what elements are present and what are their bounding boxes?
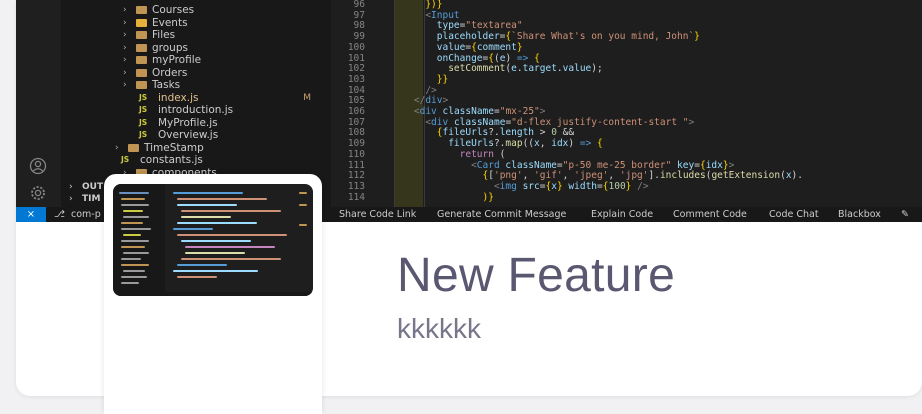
thumbnail-line <box>299 204 307 206</box>
tree-item-constants-js[interactable]: JS constants.js <box>121 154 203 167</box>
js-file-icon: JS <box>139 105 148 114</box>
branch-name[interactable]: com-p <box>71 207 101 222</box>
js-file-icon: JS <box>121 155 130 164</box>
git-modified-badge: M <box>303 93 311 103</box>
tree-item-groups[interactable]: › groups <box>123 42 188 55</box>
js-file-icon: JS <box>139 93 148 102</box>
thumbnail-line <box>177 198 267 200</box>
thumbnail-statusbar <box>113 292 313 296</box>
outline-label: OUT <box>82 182 104 192</box>
thumbnail-line <box>121 246 145 248</box>
tree-item-orders[interactable]: › Orders <box>123 67 187 80</box>
thumbnail-line <box>177 276 217 278</box>
tree-item-label: Events <box>152 17 188 29</box>
tree-item-label: MyProfile.js <box>158 117 218 129</box>
thumbnail-line <box>121 258 141 260</box>
gear-icon[interactable] <box>26 181 50 205</box>
tree-item-label: Tasks <box>152 79 181 91</box>
tree-item-label: Files <box>152 29 176 41</box>
tree-item-label: introduction.js <box>158 104 234 116</box>
status-comment-code[interactable]: Comment Code <box>673 207 747 222</box>
tree-item-overview-js[interactable]: JS Overview.js <box>139 129 218 142</box>
thumbnail-line <box>119 192 149 194</box>
thumbnail-line <box>177 204 237 206</box>
thumbnail-line <box>123 252 149 254</box>
tree-item-label: Overview.js <box>158 129 219 141</box>
thumbnail-line <box>123 270 145 272</box>
status-code-chat[interactable]: Code Chat <box>769 207 819 222</box>
thumbnail-line <box>121 204 149 206</box>
status-share-code-link[interactable]: Share Code Link <box>339 207 416 222</box>
thumbnail-line <box>185 252 245 254</box>
tree-item-files[interactable]: › Files <box>123 29 175 42</box>
remote-icon[interactable]: ⨯ <box>16 207 46 222</box>
thumbnail-line <box>123 234 141 236</box>
js-file-icon: JS <box>139 130 148 139</box>
tree-item-label: index.js <box>158 92 199 104</box>
tree-item-myprofile[interactable]: › myProfile <box>123 54 201 67</box>
line-number: 103 <box>347 73 365 85</box>
post-subtitle: kkkkkk <box>397 313 481 344</box>
thumbnail-line <box>181 240 251 242</box>
branch-icon: ⎇ <box>54 209 65 220</box>
tree-item-timestamp[interactable]: › TimeStamp <box>115 142 204 155</box>
timeline-section-header[interactable]: › TIM <box>69 193 100 206</box>
line-number-gutter: 96 97 98 99 100 101 102 103 104 105 106 … <box>331 0 365 207</box>
thumbnail-line <box>121 222 143 224</box>
thumbnail-line <box>299 192 307 194</box>
notification-icon[interactable]: ✎ <box>901 207 909 222</box>
tree-item-label: myProfile <box>152 54 202 66</box>
account-icon[interactable] <box>26 154 50 178</box>
thumbnail-line <box>173 228 213 230</box>
thumbnail-line <box>121 282 139 284</box>
line-number: 113 <box>347 180 365 192</box>
tree-item-tasks[interactable]: › Tasks <box>123 79 180 92</box>
code-editor[interactable]: 96 97 98 99 100 101 102 103 104 105 106 … <box>331 0 922 207</box>
thumbnail-line <box>121 228 151 230</box>
js-file-icon: JS <box>139 118 148 127</box>
thumbnail-card[interactable] <box>104 174 322 414</box>
thumbnail-line <box>173 270 258 272</box>
thumbnail-line <box>123 210 143 212</box>
thumbnail-line <box>123 216 149 218</box>
thumbnail-line <box>185 246 275 248</box>
tree-item-events[interactable]: › Events <box>123 17 188 30</box>
thumbnail-line <box>177 234 287 236</box>
status-explain-code[interactable]: Explain Code <box>591 207 653 222</box>
timeline-label: TIM <box>82 194 101 204</box>
tree-item-introduction-js[interactable]: JS introduction.js <box>139 104 233 117</box>
tree-item-index-js[interactable]: JS index.js <box>139 92 198 105</box>
tree-item-label: Courses <box>152 4 195 16</box>
thumbnail-line <box>121 240 149 242</box>
line-number: 114 <box>347 191 365 203</box>
line-number: 100 <box>347 41 365 53</box>
outline-section-header[interactable]: › OUT <box>69 181 103 194</box>
thumbnail-line <box>177 222 257 224</box>
thumbnail-line <box>121 198 145 200</box>
tree-item-label: groups <box>152 42 188 54</box>
line-number: 110 <box>347 148 365 160</box>
tree-item-courses[interactable]: › Courses <box>123 4 194 17</box>
tree-item-label: TimeStamp <box>144 142 204 154</box>
thumbnail-line <box>299 224 307 226</box>
thumbnail-line <box>121 264 149 266</box>
status-blackbox[interactable]: Blackbox <box>838 207 881 222</box>
tree-item-label: constants.js <box>140 154 203 166</box>
post-title: New Feature <box>397 249 676 302</box>
tree-item-label: Orders <box>152 67 188 79</box>
tree-item-myprofile-js[interactable]: JS MyProfile.js <box>139 117 218 130</box>
thumbnail-line <box>121 276 147 278</box>
thumbnail-image <box>113 184 313 296</box>
thumbnail-line <box>177 264 227 266</box>
thumbnail-line <box>181 210 281 212</box>
code-content: })} <Input type="textarea" placeholder={… <box>391 0 803 203</box>
status-generate-commit-message[interactable]: Generate Commit Message <box>437 207 566 222</box>
thumbnail-line <box>181 216 231 218</box>
thumbnail-line <box>173 192 243 194</box>
activity-bar <box>16 0 61 207</box>
thumbnail-line <box>181 258 281 260</box>
